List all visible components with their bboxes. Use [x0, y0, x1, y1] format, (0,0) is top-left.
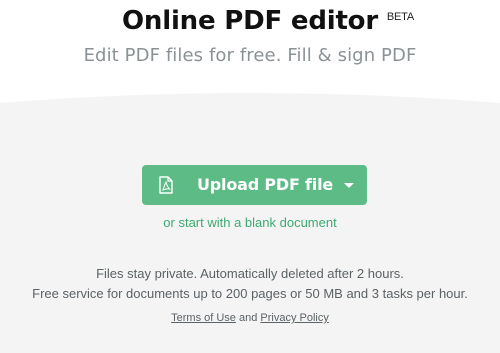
footer-and-text: and [238, 312, 258, 324]
upload-pdf-button[interactable]: Upload PDF file [142, 165, 367, 205]
terms-of-use-link[interactable]: Terms of Use [171, 312, 236, 324]
blank-document-link[interactable]: or start with a blank document [0, 215, 500, 230]
chevron-down-icon [344, 182, 354, 188]
page-subtitle: Edit PDF files for free. Fill & sign PDF [83, 45, 417, 66]
limits-info: Free service for documents up to 200 pag… [32, 286, 468, 301]
privacy-policy-link[interactable]: Privacy Policy [260, 312, 328, 324]
footer-links: Terms of Use and Privacy Policy [0, 312, 500, 324]
page-title: Online PDF editor BETA [122, 6, 414, 36]
upload-options-dropdown[interactable] [337, 165, 367, 205]
beta-badge: BETA [386, 11, 414, 23]
header: Online PDF editor BETA [0, 6, 500, 36]
privacy-info: Files stay private. Automatically delete… [96, 266, 404, 281]
upload-pdf-label: Upload PDF file [197, 175, 334, 194]
pdf-file-icon [159, 176, 173, 194]
upload-pdf-main[interactable]: Upload PDF file [142, 165, 337, 205]
